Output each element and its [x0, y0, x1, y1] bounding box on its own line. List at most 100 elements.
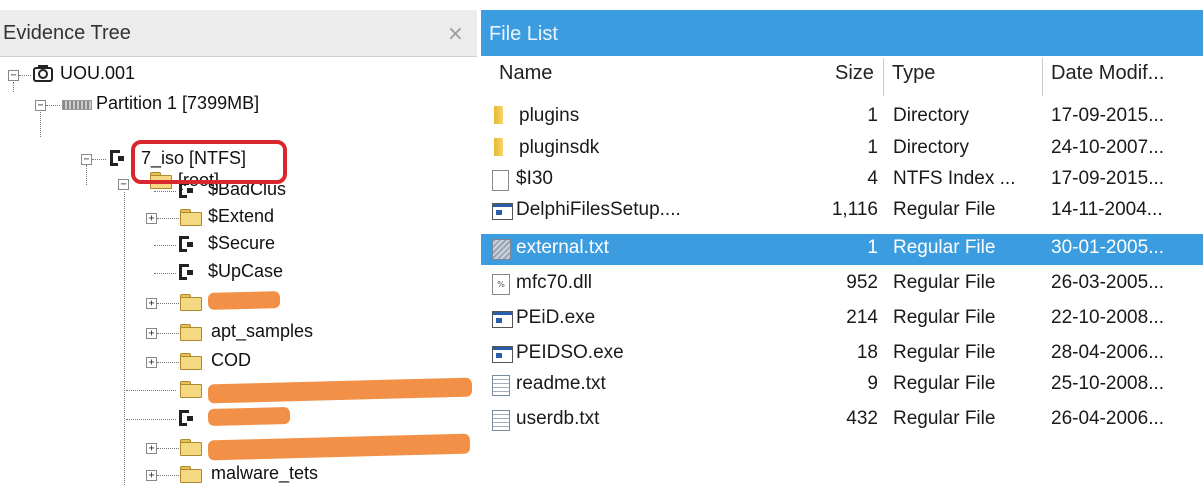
- file-type: Regular File: [893, 237, 996, 258]
- folder-icon: [180, 439, 202, 456]
- tree-node-evidence[interactable]: − UOU.001: [0, 62, 477, 88]
- file-date: 28-04-2006...: [1051, 342, 1165, 363]
- file-name: pluginsdk: [519, 137, 600, 158]
- file-type: Regular File: [893, 408, 996, 429]
- tree-connector: [157, 303, 179, 304]
- column-header-date[interactable]: Date Modif...: [1051, 62, 1164, 85]
- tree-node-label: UOU.001: [60, 63, 136, 83]
- file-row-selected[interactable]: external.txt 1 Regular File 30-01-2005..…: [481, 234, 1203, 265]
- column-divider[interactable]: [883, 58, 884, 96]
- text-file-icon: [492, 410, 510, 431]
- file-size: 1,116: [831, 199, 878, 220]
- file-size: 952: [846, 272, 878, 293]
- tree-node-folder[interactable]: + malware_tets: [0, 462, 477, 485]
- tree-node-folder[interactable]: +: [0, 433, 477, 461]
- file-date: 17-09-2015...: [1051, 105, 1165, 126]
- tree-connector: [154, 245, 176, 246]
- ntfs-file-icon: [179, 182, 195, 200]
- close-icon[interactable]: ×: [447, 21, 464, 45]
- file-type: Regular File: [893, 307, 996, 328]
- file-name: DelphiFilesSetup....: [516, 199, 681, 220]
- executable-icon: [492, 203, 513, 220]
- file-row[interactable]: % mfc70.dll 952 Regular File 26-03-2005.…: [481, 269, 1203, 300]
- tree-connector: [126, 419, 176, 420]
- tree-connector: [19, 75, 31, 76]
- file-date: 24-10-2007...: [1051, 137, 1165, 158]
- collapse-icon[interactable]: −: [81, 154, 92, 165]
- file-name: PEIDSO.exe: [516, 342, 624, 363]
- file-name: PEiD.exe: [516, 307, 596, 328]
- column-header-name[interactable]: Name: [499, 62, 552, 85]
- folder-icon: [494, 138, 503, 156]
- file-type: Regular File: [893, 272, 996, 293]
- expand-icon[interactable]: +: [146, 213, 157, 224]
- file-row[interactable]: readme.txt 9 Regular File 25-10-2008...: [481, 370, 1203, 401]
- file-date: 26-03-2005...: [1051, 272, 1165, 293]
- folder-icon: [180, 294, 202, 311]
- collapse-icon[interactable]: −: [8, 70, 19, 81]
- file-name: userdb.txt: [516, 408, 600, 429]
- evidence-tree-header: Evidence Tree ×: [0, 10, 477, 57]
- file-row[interactable]: pluginsdk 1 Directory 24-10-2007...: [481, 134, 1203, 165]
- tree-node-label: apt_samples: [211, 321, 314, 341]
- tree-connector: [154, 273, 176, 274]
- file-row[interactable]: userdb.txt 432 Regular File 26-04-2006..…: [481, 405, 1203, 436]
- partition-icon: [62, 100, 92, 110]
- column-header-type[interactable]: Type: [892, 62, 935, 85]
- text-file-icon: [492, 239, 511, 260]
- folder-icon: [180, 466, 202, 483]
- tree-node-folder[interactable]: + apt_samples: [0, 320, 477, 346]
- tree-node-folder[interactable]: + COD: [0, 349, 477, 375]
- expand-icon[interactable]: +: [146, 298, 157, 309]
- tree-node-folder[interactable]: [0, 377, 477, 404]
- file-date: 30-01-2005...: [1051, 237, 1165, 258]
- file-type: Regular File: [893, 373, 996, 394]
- blank-page-icon: [492, 170, 509, 191]
- file-type: Directory: [893, 105, 970, 126]
- file-date: 17-09-2015...: [1051, 168, 1165, 189]
- file-row[interactable]: plugins 1 Directory 17-09-2015...: [481, 102, 1203, 133]
- file-size: 18: [856, 342, 878, 363]
- file-row[interactable]: PEIDSO.exe 18 Regular File 28-04-2006...: [481, 339, 1203, 370]
- expand-icon[interactable]: +: [146, 470, 157, 481]
- file-row[interactable]: DelphiFilesSetup.... 1,116 Regular File …: [481, 196, 1203, 227]
- collapse-icon[interactable]: −: [35, 100, 46, 111]
- tree-node-folder[interactable]: + $Extend: [0, 205, 477, 231]
- file-row[interactable]: $I30 4 NTFS Index ... 17-09-2015...: [481, 165, 1203, 196]
- column-divider[interactable]: [1042, 58, 1043, 96]
- tree-connector: [157, 362, 179, 363]
- executable-icon: [492, 346, 513, 363]
- tree-connector: [157, 218, 179, 219]
- text-file-icon: [492, 375, 510, 396]
- file-date: 25-10-2008...: [1051, 373, 1165, 394]
- file-name: mfc70.dll: [516, 272, 593, 293]
- file-date: 22-10-2008...: [1051, 307, 1165, 328]
- file-name: readme.txt: [516, 373, 606, 394]
- file-name: external.txt: [516, 237, 609, 258]
- redaction-mark: [207, 291, 281, 310]
- expand-icon[interactable]: +: [146, 357, 157, 368]
- tree-connector: [157, 448, 179, 449]
- tree-node-label: $Extend: [208, 206, 275, 226]
- column-header-row: Name Size Type Date Modif...: [481, 56, 1203, 98]
- ntfs-file-icon: [179, 264, 195, 282]
- tree-node-file[interactable]: $Secure: [0, 232, 477, 258]
- expand-icon[interactable]: +: [146, 328, 157, 339]
- column-header-size[interactable]: Size: [835, 62, 874, 85]
- file-date: 26-04-2006...: [1051, 408, 1165, 429]
- file-type: Directory: [893, 137, 970, 158]
- tree-node-partition[interactable]: − Partition 1 [7399MB]: [0, 90, 477, 116]
- tree-node-label: COD: [211, 350, 251, 370]
- folder-icon: [180, 381, 202, 398]
- tree-connector: [157, 475, 179, 476]
- file-row[interactable]: PEiD.exe 214 Regular File 22-10-2008...: [481, 304, 1203, 335]
- file-list-panel: File List Name Size Type Date Modif... p…: [477, 0, 1203, 485]
- tree-node-folder[interactable]: +: [0, 290, 477, 316]
- file-size: 1: [867, 237, 878, 258]
- tree-node-file[interactable]: [0, 406, 477, 432]
- file-size: 214: [846, 307, 878, 328]
- expand-icon[interactable]: +: [146, 443, 157, 454]
- executable-icon: [492, 311, 513, 328]
- file-type: NTFS Index ...: [893, 168, 1016, 189]
- tree-node-file[interactable]: $UpCase: [0, 260, 477, 286]
